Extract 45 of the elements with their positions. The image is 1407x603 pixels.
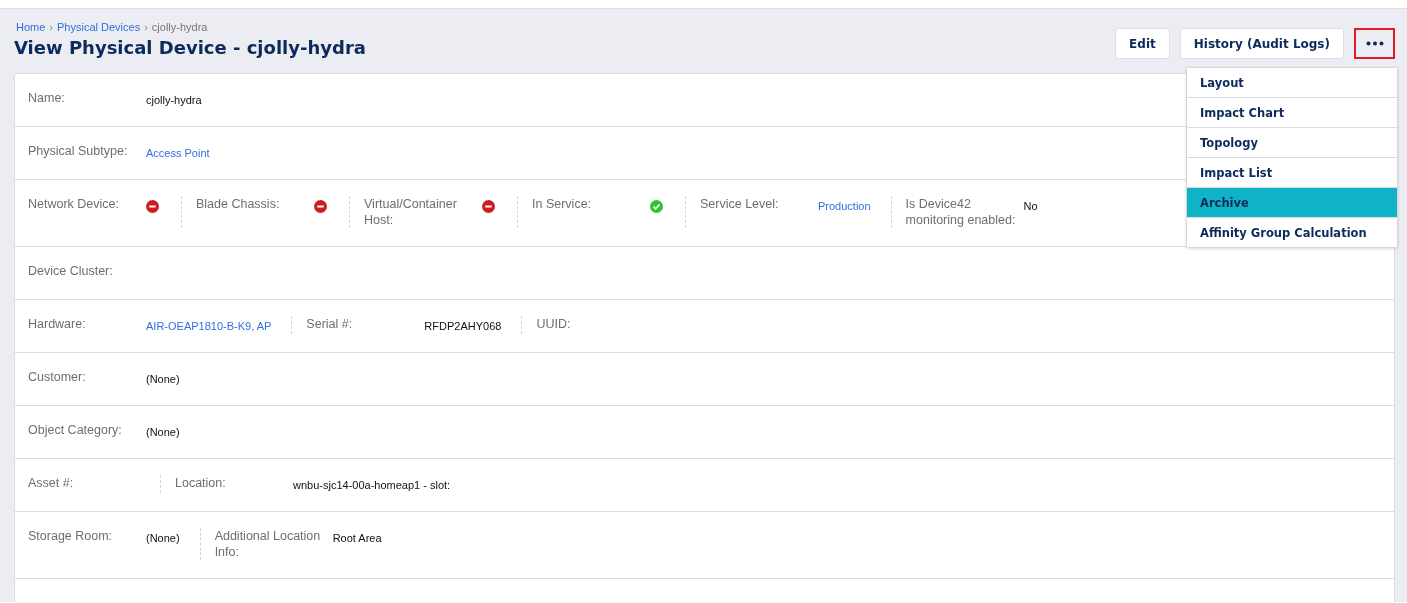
field-link[interactable]: Access Point	[146, 145, 216, 161]
field-label: Location:	[175, 475, 227, 491]
field-label: Virtual/Container Host:	[364, 196, 458, 228]
breadcrumb-current: cjolly-hydra	[151, 21, 208, 33]
field-value: cjolly-hydra	[146, 93, 203, 108]
page-title: View Physical Device - cjolly-hydra	[14, 37, 366, 58]
menu-item[interactable]: Archive	[1187, 188, 1397, 218]
field-label: Storage Room:	[28, 528, 114, 544]
field-label: UUID:	[536, 316, 572, 332]
breadcrumb-separator: ›	[144, 21, 148, 33]
field-value: (None)	[146, 425, 181, 440]
field-label: Name:	[28, 90, 66, 106]
field-label: Hardware:	[28, 316, 87, 332]
field-link[interactable]: AIR-OEAP1810-B-K9, AP	[146, 318, 278, 334]
field-label: Customer:	[28, 369, 87, 385]
field-link[interactable]: Production	[818, 198, 877, 214]
menu-item[interactable]: Topology	[1187, 128, 1397, 158]
field-value: RFDP2AHY068	[424, 319, 503, 334]
field-label: Serial #:	[306, 316, 354, 332]
field-value: No	[1023, 199, 1039, 214]
action-button[interactable]: History (Audit Logs)	[1179, 28, 1344, 59]
field-label: Additional Location Info:	[214, 528, 322, 560]
field-label: Network Device:	[28, 196, 120, 212]
breadcrumb-link[interactable]: Home	[16, 21, 46, 33]
field-label: Asset #:	[28, 475, 75, 491]
breadcrumb-separator: ›	[49, 21, 53, 33]
field-label: Service Level:	[700, 196, 780, 212]
more-button[interactable]	[1354, 28, 1395, 59]
breadcrumb-link[interactable]: Physical Devices	[57, 21, 141, 33]
field-value: (None)	[146, 531, 181, 546]
field-label: Is Device42 monitoring enabled:	[905, 196, 1017, 228]
menu-item[interactable]: Affinity Group Calculation	[1187, 218, 1397, 247]
field-value: wnbu-sjc14-00a-homeap1 - slot:	[293, 478, 452, 493]
field-label: In Service:	[532, 196, 593, 212]
field-label: Device Cluster:	[28, 263, 114, 279]
field-label: Physical Subtype:	[28, 143, 129, 159]
menu-item[interactable]: Impact List	[1187, 158, 1397, 188]
field-value: Root Area	[332, 531, 383, 546]
menu-item[interactable]: Impact Chart	[1187, 98, 1397, 128]
field-label: Blade Chassis:	[196, 196, 281, 212]
ellipsis-icon	[1365, 41, 1384, 46]
field-value: (None)	[146, 372, 181, 387]
field-label: Object Category:	[28, 422, 123, 438]
menu-item[interactable]: Layout	[1187, 68, 1397, 98]
action-button[interactable]: Edit	[1115, 28, 1170, 59]
